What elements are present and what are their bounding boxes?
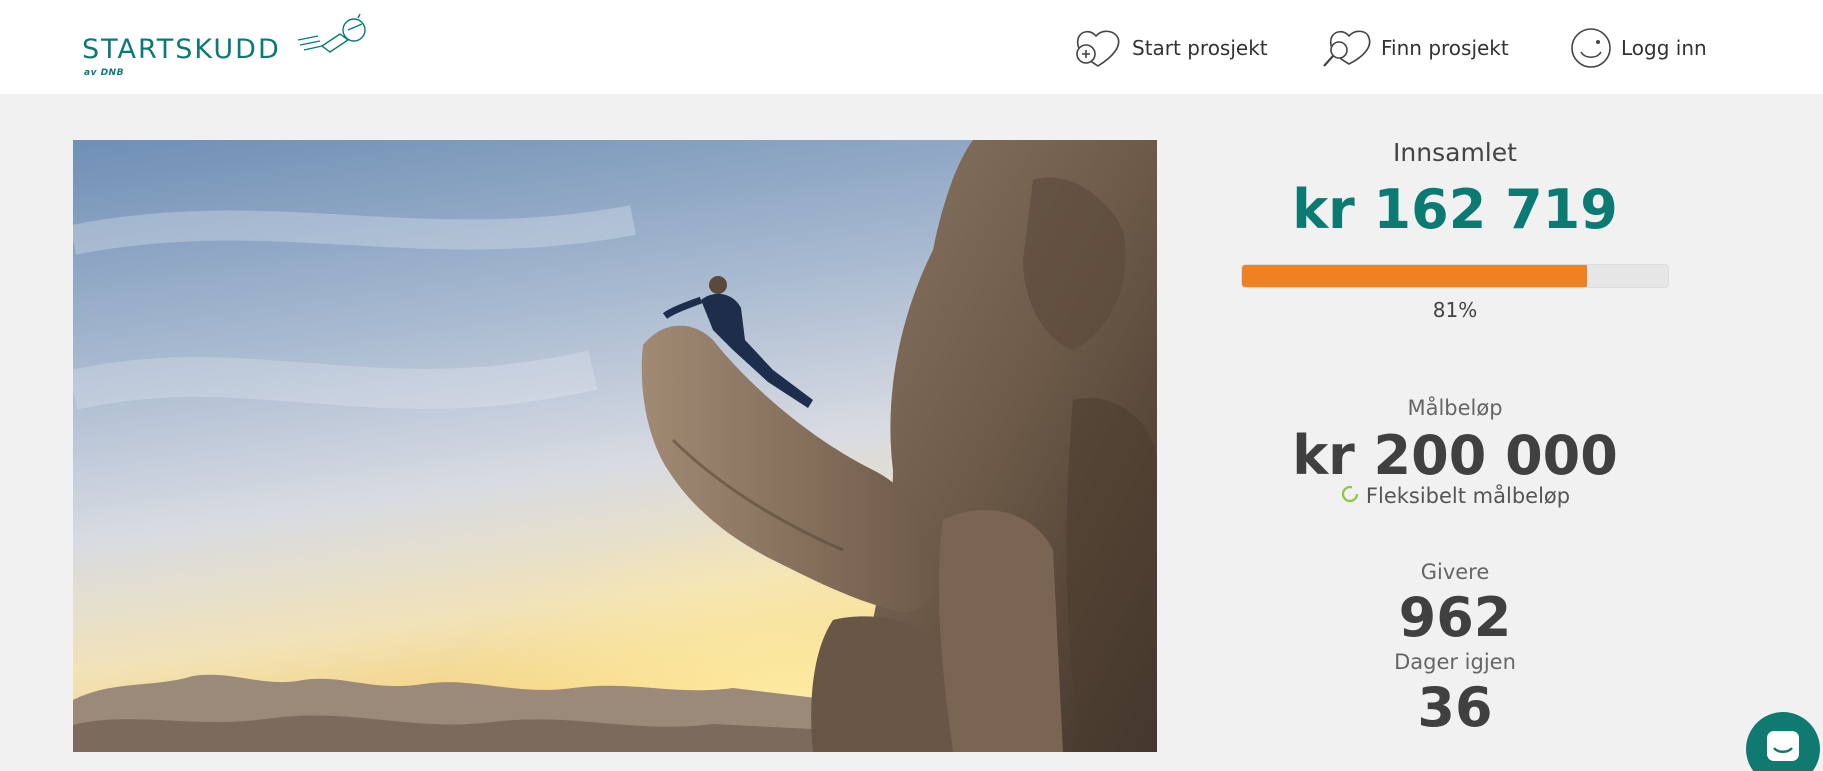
project-photo: [73, 140, 1157, 752]
raised-amount: kr 162 719: [1292, 178, 1618, 241]
nav-start-project[interactable]: Start prosjekt: [1072, 24, 1268, 72]
smiley-icon: [1569, 26, 1613, 70]
flexible-goal-row: Fleksibelt målbeløp: [1230, 484, 1680, 508]
nav-find-project[interactable]: Finn prosjekt: [1321, 24, 1509, 72]
nav-login[interactable]: Logg inn: [1569, 24, 1707, 72]
goal-label: Målbeløp: [1407, 396, 1503, 420]
goal-amount: kr 200 000: [1292, 424, 1618, 487]
givers-count: 962: [1398, 586, 1512, 649]
nav-find-project-label: Finn prosjekt: [1381, 36, 1509, 60]
rocket-icon: [296, 12, 376, 60]
raised-label: Innsamlet: [1393, 138, 1517, 167]
flexible-goal-icon: [1340, 484, 1360, 508]
days-left-label: Dager igjen: [1394, 650, 1516, 674]
logo-wordmark: STARTSKUDD: [82, 34, 281, 65]
flexible-goal-label: Fleksibelt målbeløp: [1365, 484, 1571, 508]
funding-stats: Innsamlet kr 162 719 81% Målbeløp kr 200…: [1230, 130, 1680, 750]
chat-button[interactable]: [1746, 712, 1820, 771]
heart-magnifier-icon: [1321, 26, 1373, 70]
heart-plus-icon: [1072, 26, 1124, 70]
funding-percent: 81%: [1432, 298, 1478, 322]
funding-progress-fill: [1242, 265, 1588, 287]
nav-start-project-label: Start prosjekt: [1132, 36, 1268, 60]
days-left-count: 36: [1417, 676, 1493, 739]
logo-subtitle: av DNB: [84, 68, 124, 78]
givers-label: Givere: [1420, 560, 1490, 584]
nav-login-label: Logg inn: [1621, 36, 1707, 60]
funding-progress-bar: [1241, 264, 1669, 288]
site-header: STARTSKUDD av DNB Start prosjekt Finn pr…: [0, 0, 1823, 94]
startskudd-logo[interactable]: STARTSKUDD av DNB: [82, 12, 382, 82]
